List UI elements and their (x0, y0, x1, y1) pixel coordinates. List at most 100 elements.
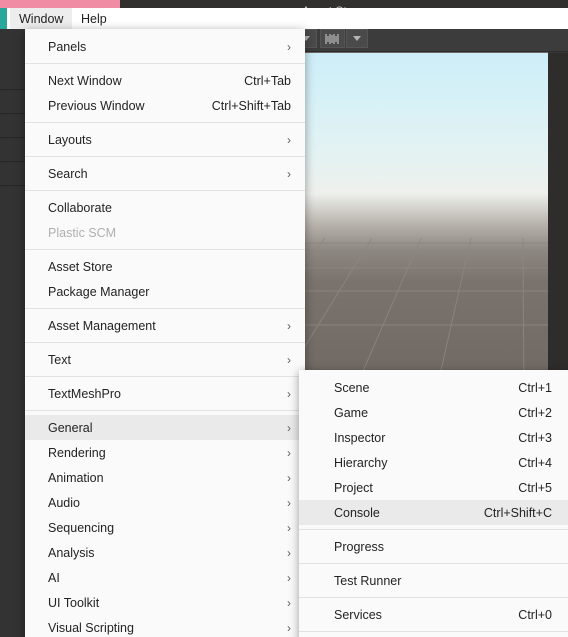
window-menu-item-label: Asset Store (48, 259, 113, 274)
general-submenu-item-game[interactable]: Game Ctrl+2 (299, 400, 568, 425)
menubar-item-window[interactable]: Window (10, 8, 73, 29)
general-submenu-item-label: Console (334, 505, 380, 520)
window-menu-separator (25, 410, 305, 411)
window-menu-item-analysis[interactable]: Analysis › (25, 540, 305, 565)
window-menu-item-label: Text (48, 352, 71, 367)
window-menu-item-search[interactable]: Search › (25, 161, 305, 186)
window-menu-item-label: Audio (48, 495, 80, 510)
general-submenu-separator (299, 631, 568, 632)
general-submenu-item-console[interactable]: Console Ctrl+Shift+C (299, 500, 568, 525)
menubar-item-help[interactable]: Help (72, 8, 116, 29)
window-menu-item-textmeshpro[interactable]: TextMeshPro › (25, 381, 305, 406)
general-submenu-separator (299, 529, 568, 530)
window-menu-item-label: UI Toolkit (48, 595, 100, 610)
general-submenu-item-project[interactable]: Project Ctrl+5 (299, 475, 568, 500)
window-menu-item-visual-scripting[interactable]: Visual Scripting › (25, 615, 305, 637)
general-submenu-item-label: Project (334, 480, 373, 495)
general-submenu-item-shortcut: Ctrl+5 (518, 480, 552, 495)
general-submenu-separator (299, 563, 568, 564)
window-menu-separator (25, 308, 305, 309)
window-menu-item-package-manager[interactable]: Package Manager (25, 279, 305, 304)
window-menu-item-label: Analysis (48, 545, 95, 560)
window-menu-item-label: Previous Window (48, 98, 145, 113)
window-menu-separator (25, 249, 305, 250)
window-menu-separator (25, 122, 305, 123)
chevron-down-icon (353, 36, 361, 41)
chevron-right-icon: › (287, 620, 291, 635)
window-menu-item-asset-store[interactable]: Asset Store (25, 254, 305, 279)
window-menu-item-ui-toolkit[interactable]: UI Toolkit › (25, 590, 305, 615)
window-menu-item-label: General (48, 420, 93, 435)
chevron-right-icon: › (287, 132, 291, 147)
chevron-right-icon: › (287, 166, 291, 181)
window-menu-item-label: Collaborate (48, 200, 112, 215)
general-submenu-item-test-runner[interactable]: Test Runner (299, 568, 568, 593)
window-menu-separator (25, 190, 305, 191)
window-menu-separator (25, 63, 305, 64)
window-menu-item-label: Animation (48, 470, 104, 485)
chevron-right-icon: › (287, 570, 291, 585)
window-menu-item-label: Sequencing (48, 520, 115, 535)
general-submenu-item-shortcut: Ctrl+0 (518, 607, 552, 622)
window-menu-item-shortcut: Ctrl+Tab (244, 73, 291, 88)
chevron-right-icon: › (287, 470, 291, 485)
general-submenu-item-inspector[interactable]: Inspector Ctrl+3 (299, 425, 568, 450)
window-menu-item-general[interactable]: General › (25, 415, 305, 440)
window-menu-item-label: TextMeshPro (48, 386, 121, 401)
window-menu-item-label: Visual Scripting (48, 620, 134, 635)
chevron-right-icon: › (287, 595, 291, 610)
window-menu-item-label: Asset Management (48, 318, 156, 333)
menubar-item-help-label: Help (81, 11, 107, 26)
general-submenu-item-shortcut: Ctrl+3 (518, 430, 552, 445)
general-submenu-item-services[interactable]: Services Ctrl+0 (299, 602, 568, 627)
general-submenu-item-shortcut: Ctrl+Shift+C (483, 505, 552, 520)
window-menu-separator (25, 376, 305, 377)
general-submenu-item-label: Hierarchy (334, 455, 388, 470)
general-submenu-item-scene[interactable]: Scene Ctrl+1 (299, 375, 568, 400)
window-menu-item-label: Search (48, 166, 88, 181)
window-menu-item-rendering[interactable]: Rendering › (25, 440, 305, 465)
chevron-right-icon: › (287, 420, 291, 435)
gizmos-dropdown-button[interactable] (346, 29, 368, 48)
window-menu-item-animation[interactable]: Animation › (25, 465, 305, 490)
general-submenu-item-shortcut: Ctrl+4 (518, 455, 552, 470)
window-menu-item-layouts[interactable]: Layouts › (25, 127, 305, 152)
chevron-right-icon: › (287, 352, 291, 367)
window-menu-item-panels[interactable]: Panels › (25, 34, 305, 59)
general-submenu: Scene Ctrl+1 Game Ctrl+2 Inspector Ctrl+3 Hier… (299, 370, 568, 637)
general-submenu-item-label: Game (334, 405, 369, 420)
app-icon (0, 8, 7, 29)
general-submenu-separator (299, 597, 568, 598)
audio-gizmo-button[interactable] (320, 29, 345, 48)
window-dropdown-menu: Panels › Next Window Ctrl+Tab Previous Windo… (25, 29, 305, 637)
chevron-right-icon: › (287, 318, 291, 333)
general-submenu-item-progress[interactable]: Progress (299, 534, 568, 559)
window-menu-item-label: Rendering (48, 445, 106, 460)
window-menu-item-plastic-scm: Plastic SCM (25, 220, 305, 245)
window-menu-item-shortcut: Ctrl+Shift+Tab (211, 98, 291, 113)
chevron-right-icon: › (287, 495, 291, 510)
window-menu-item-text[interactable]: Text › (25, 347, 305, 372)
window-menu-item-label: Layouts (48, 132, 92, 147)
window-menu-item-previous-window[interactable]: Previous Window Ctrl+Shift+Tab (25, 93, 305, 118)
general-submenu-item-label: Services (334, 607, 382, 622)
window-menu-separator (25, 156, 305, 157)
general-submenu-item-label: Inspector (334, 430, 386, 445)
chevron-right-icon: › (287, 520, 291, 535)
window-menu-item-label: Package Manager (48, 284, 150, 299)
window-menu-item-label: Next Window (48, 73, 122, 88)
general-submenu-item-shortcut: Ctrl+2 (518, 405, 552, 420)
chevron-right-icon: › (287, 545, 291, 560)
general-submenu-item-hierarchy[interactable]: Hierarchy Ctrl+4 (299, 450, 568, 475)
general-submenu-item-shortcut: Ctrl+1 (518, 380, 552, 395)
window-menu-item-label: Panels (48, 39, 87, 54)
chevron-right-icon: › (287, 39, 291, 54)
window-menu-item-ai[interactable]: AI › (25, 565, 305, 590)
window-menu-item-asset-management[interactable]: Asset Management › (25, 313, 305, 338)
window-menu-item-sequencing[interactable]: Sequencing › (25, 515, 305, 540)
window-menu-item-next-window[interactable]: Next Window Ctrl+Tab (25, 68, 305, 93)
window-menu-item-audio[interactable]: Audio › (25, 490, 305, 515)
window-menu-item-collaborate[interactable]: Collaborate (25, 195, 305, 220)
chevron-right-icon: › (287, 445, 291, 460)
chevron-right-icon: › (287, 386, 291, 401)
